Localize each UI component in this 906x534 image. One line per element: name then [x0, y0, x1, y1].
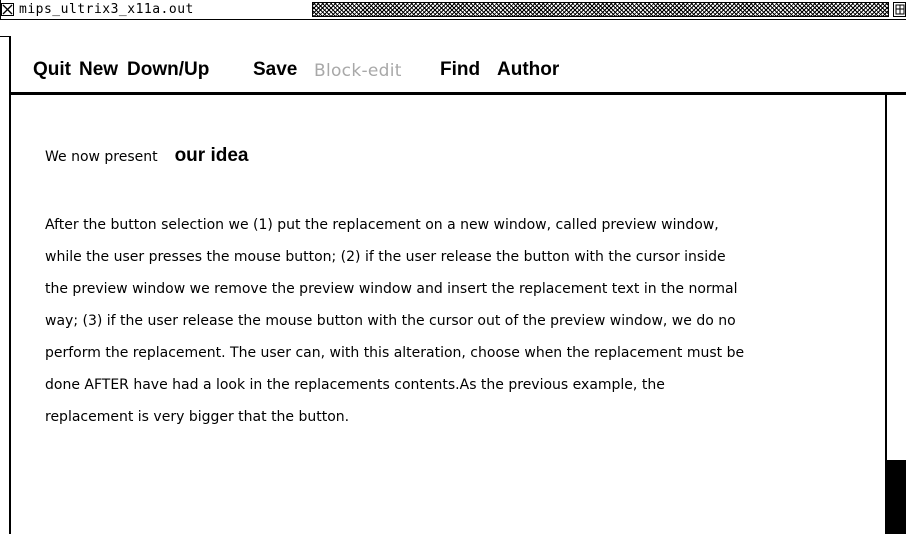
scrollbar-thumb[interactable] [887, 460, 906, 534]
intro-text: We now present [45, 149, 158, 165]
document-area[interactable]: We now present our idea After the button… [11, 95, 885, 534]
paragraph-line: replacement is very bigger that the butt… [45, 409, 350, 425]
paragraph-line: perform the replacement. The user can, w… [45, 345, 745, 361]
paragraph-line: After the button selection we (1) put th… [45, 217, 719, 233]
vertical-scrollbar[interactable] [885, 95, 906, 534]
author-button[interactable]: Author [497, 59, 559, 81]
intro-line: We now present our idea [45, 145, 249, 166]
window-maximize-icon[interactable] [893, 2, 906, 17]
paragraph-line: done AFTER have had a look in the replac… [45, 377, 665, 393]
save-button[interactable]: Save [253, 59, 297, 81]
paragraph-line: while the user presses the mouse button;… [45, 249, 726, 265]
window-title: mips_ultrix3_x11a.out [19, 2, 194, 17]
block-edit-button[interactable]: Block-edit [314, 60, 402, 82]
intro-emphasis: our idea [174, 145, 249, 166]
paragraph-line: way; (3) if the user release the mouse b… [45, 313, 736, 329]
down-up-button[interactable]: Down/Up [127, 59, 209, 81]
new-button[interactable]: New [79, 59, 118, 81]
title-bar-drag-area[interactable] [312, 2, 889, 17]
find-button[interactable]: Find [440, 59, 480, 81]
menu-bar [11, 20, 906, 92]
paragraph-line: the preview window we remove the preview… [45, 281, 738, 297]
close-icon[interactable] [1, 3, 14, 16]
quit-button[interactable]: Quit [33, 59, 71, 81]
